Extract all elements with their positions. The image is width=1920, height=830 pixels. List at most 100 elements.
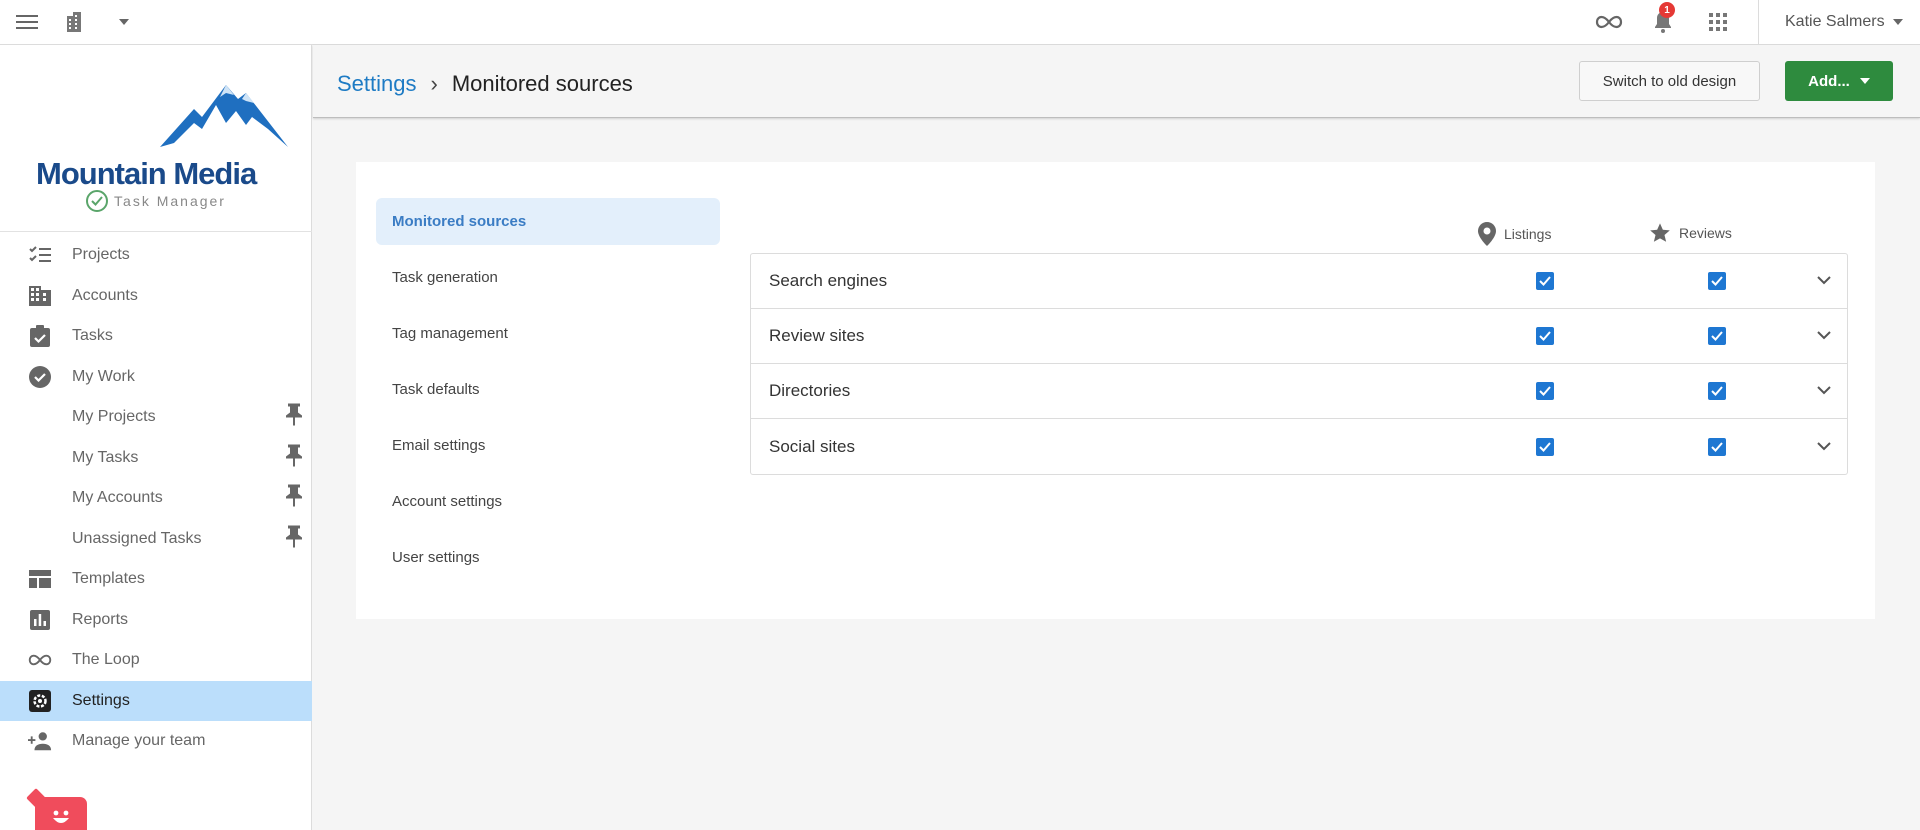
sidebar-nav: Projects Accounts Tasks My Work My Proje… [0, 235, 312, 762]
tab-task-generation[interactable]: Task generation [376, 254, 720, 301]
page-title: Monitored sources [451, 71, 633, 96]
sidebar-item-my-projects[interactable]: My Projects [0, 397, 312, 438]
chat-assistant-button[interactable] [35, 797, 87, 830]
sidebar-item-label: Projects [72, 246, 130, 264]
add-person-icon [28, 729, 52, 753]
top-bar: 1 Katie Salmers [0, 0, 1920, 45]
listings-checkbox[interactable] [1536, 327, 1554, 345]
sidebar-item-label: Unassigned Tasks [72, 529, 202, 547]
pin-icon[interactable] [286, 525, 302, 552]
building-icon [28, 284, 52, 308]
smiley-icon [53, 810, 69, 823]
reviews-checkbox[interactable] [1708, 437, 1726, 456]
page-header: Settings › Monitored sources Switch to o… [313, 45, 1920, 118]
tab-email-settings[interactable]: Email settings [376, 422, 720, 469]
user-name: Katie Salmers [1785, 13, 1885, 30]
nav-divider [0, 231, 312, 232]
sidebar-item-label: My Tasks [72, 448, 139, 466]
sidebar-item-templates[interactable]: Templates [0, 559, 312, 600]
listings-checkbox[interactable] [1536, 437, 1554, 456]
sidebar-item-label: My Accounts [72, 489, 163, 507]
checklist-icon [28, 243, 52, 267]
sidebar-item-projects[interactable]: Projects [0, 235, 312, 276]
mountain-media-logo: Mountain Media [30, 81, 290, 201]
sidebar-item-manage-team[interactable]: Manage your team [0, 721, 312, 762]
sidebar-item-label: Accounts [72, 286, 138, 304]
pin-icon[interactable] [286, 484, 302, 512]
sidebar-item-the-loop[interactable]: The Loop [0, 640, 312, 681]
tab-tag-management[interactable]: Tag management [376, 310, 720, 357]
row-label: Review sites [769, 326, 865, 345]
column-header-listings: Listings [1478, 222, 1551, 246]
sidebar-item-label: My Projects [72, 408, 156, 426]
logo-text: Mountain Media [36, 156, 257, 191]
table-row-social-sites[interactable]: Social sites [751, 419, 1847, 474]
sidebar-item-label: Tasks [72, 327, 113, 345]
sidebar-item-label: Manage your team [72, 732, 206, 750]
column-header-label: Listings [1504, 226, 1552, 242]
infinity-icon [28, 648, 52, 672]
sidebar-item-my-accounts[interactable]: My Accounts [0, 478, 312, 519]
chevron-down-icon[interactable] [1817, 327, 1831, 345]
user-menu[interactable]: Katie Salmers [1758, 0, 1920, 44]
building-icon[interactable] [62, 0, 88, 44]
notification-count-badge: 1 [1659, 2, 1675, 18]
tab-user-settings[interactable]: User settings [376, 534, 720, 581]
sidebar-item-label: The Loop [72, 651, 140, 669]
sidebar-item-label: Reports [72, 610, 129, 628]
app-name-label: Task Manager [114, 193, 226, 209]
breadcrumb-separator: › [430, 71, 438, 96]
bar-chart-icon [28, 608, 52, 632]
star-icon [1650, 223, 1670, 242]
infinity-icon[interactable] [1594, 0, 1624, 44]
settings-tabs: Monitored sources Task generation Tag ma… [376, 198, 720, 590]
chevron-down-icon[interactable] [1817, 382, 1831, 400]
check-circle-icon [28, 365, 52, 389]
location-pin-icon [1478, 222, 1496, 246]
row-label: Social sites [769, 436, 855, 456]
sidebar-item-label: My Work [72, 367, 135, 385]
add-button[interactable]: Add... [1785, 61, 1893, 101]
column-header-reviews: Reviews [1649, 222, 1732, 244]
listings-checkbox[interactable] [1536, 272, 1554, 290]
table-row-search-engines[interactable]: Search engines [751, 254, 1847, 309]
chevron-down-icon [1859, 78, 1870, 84]
sidebar-item-accounts[interactable]: Accounts [0, 276, 312, 317]
reviews-checkbox[interactable] [1708, 272, 1726, 290]
check-circle-icon [86, 190, 109, 212]
reviews-checkbox[interactable] [1708, 327, 1726, 345]
column-header-label: Reviews [1679, 225, 1732, 241]
sidebar-item-tasks[interactable]: Tasks [0, 316, 312, 357]
sidebar-item-my-work[interactable]: My Work [0, 357, 312, 398]
row-label: Search engines [769, 271, 888, 290]
pin-icon[interactable] [286, 403, 302, 431]
apps-grid-icon[interactable] [1708, 0, 1728, 44]
sidebar-item-settings[interactable]: Settings [0, 680, 312, 721]
chevron-down-icon[interactable] [1817, 272, 1831, 290]
sidebar-item-unassigned-tasks[interactable]: Unassigned Tasks [0, 519, 312, 560]
row-label: Directories [769, 381, 851, 400]
app-name: Task Manager [0, 190, 312, 212]
table-row-directories[interactable]: Directories [751, 364, 1847, 419]
breadcrumb-settings-link[interactable]: Settings [337, 71, 417, 97]
tab-account-settings[interactable]: Account settings [376, 478, 720, 525]
tab-monitored-sources[interactable]: Monitored sources [376, 198, 720, 245]
switch-to-old-design-button[interactable]: Switch to old design [1579, 61, 1760, 101]
sidebar-item-reports[interactable]: Reports [0, 600, 312, 641]
table-row-review-sites[interactable]: Review sites [751, 309, 1847, 364]
breadcrumb: Settings › Monitored sources [337, 71, 633, 97]
chevron-down-icon[interactable] [116, 0, 132, 44]
listings-checkbox[interactable] [1536, 382, 1554, 400]
add-button-label: Add... [1808, 72, 1850, 90]
sidebar-item-label: Templates [72, 570, 145, 588]
hamburger-menu-icon[interactable] [14, 0, 40, 44]
tab-task-defaults[interactable]: Task defaults [376, 366, 720, 413]
chevron-down-icon[interactable] [1817, 438, 1831, 456]
sidebar-item-my-tasks[interactable]: My Tasks [0, 438, 312, 479]
sidebar-item-label: Settings [72, 691, 130, 709]
pin-icon[interactable] [286, 444, 302, 471]
reviews-checkbox[interactable] [1708, 382, 1726, 400]
chevron-down-icon [1892, 19, 1903, 25]
settings-card: Monitored sources Task generation Tag ma… [356, 162, 1875, 619]
sidebar: Mountain Media Task Manager Projects Acc… [0, 45, 312, 830]
